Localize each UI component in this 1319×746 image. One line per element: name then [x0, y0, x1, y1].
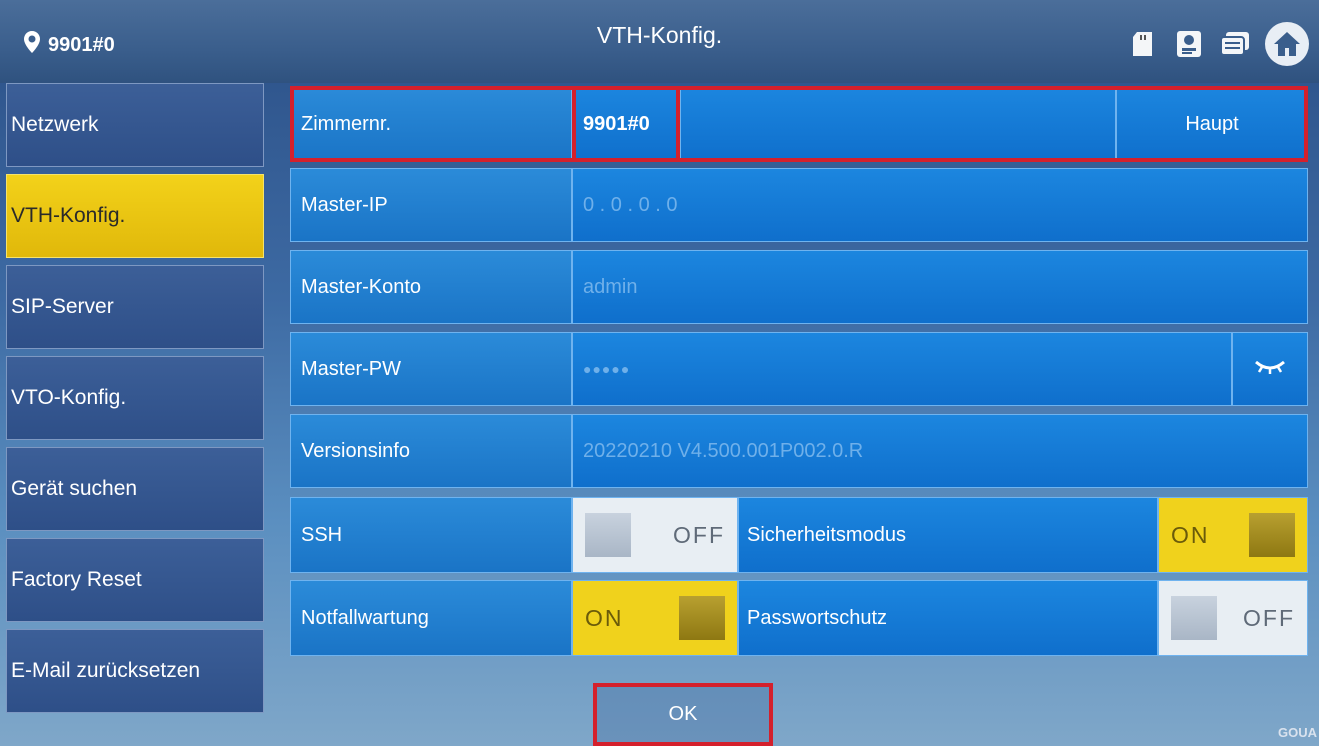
emergency-toggle[interactable]: ON [572, 580, 738, 656]
master-account-label: Master-Konto [290, 250, 572, 324]
sidebar: Netzwerk VTH-Konfig. SIP-Server VTO-Konf… [6, 83, 264, 720]
sidebar-item-factory-reset[interactable]: Factory Reset [6, 538, 264, 622]
password-protection-label: Passwortschutz [738, 580, 1158, 656]
ok-button[interactable]: OK [593, 683, 773, 746]
sidebar-item-label: E-Mail zurücksetzen [11, 659, 201, 682]
master-account-input[interactable]: admin [572, 250, 1308, 324]
master-account-row: Master-Konto admin [290, 250, 1308, 324]
message-icon[interactable] [1219, 28, 1251, 60]
security-mode-toggle[interactable]: ON [1158, 497, 1308, 573]
sidebar-item-label: Factory Reset [11, 568, 142, 591]
page-title: VTH-Konfig. [596, 22, 723, 48]
sidebar-item-vth-konfig[interactable]: VTH-Konfig. [6, 174, 264, 258]
sd-card-icon[interactable] [1127, 28, 1159, 60]
master-pw-label: Master-PW [290, 332, 572, 406]
sidebar-item-label: VTO-Konfig. [11, 386, 127, 409]
ssh-toggle-state: OFF [673, 521, 725, 548]
master-ip-label: Master-IP [290, 168, 572, 242]
version-value: 20220210 V4.500.001P002.0.R [572, 414, 1308, 488]
show-password-button[interactable] [1232, 332, 1308, 406]
sidebar-item-email-reset[interactable]: E-Mail zurücksetzen [6, 629, 264, 713]
ssh-row: SSH OFF Sicherheitsmodus ON [290, 497, 1308, 573]
emergency-toggle-state: ON [585, 604, 624, 631]
emergency-row: Notfallwartung ON Passwortschutz OFF [290, 580, 1308, 656]
room-number-input[interactable]: 9901#0 [572, 86, 680, 162]
master-pw-input[interactable]: ●●●●● [572, 332, 1232, 406]
toggle-knob [679, 596, 725, 640]
master-pw-row: Master-PW ●●●●● [290, 332, 1308, 406]
security-mode-label: Sicherheitsmodus [738, 497, 1158, 573]
sidebar-item-vto-konfig[interactable]: VTO-Konfig. [6, 356, 264, 440]
room-number-row: Zimmernr. 9901#0 Haupt [290, 86, 1308, 162]
password-protection-toggle-state: OFF [1243, 604, 1295, 631]
sidebar-item-geraet-suchen[interactable]: Gerät suchen [6, 447, 264, 531]
top-bar: 9901#0 VTH-Konfig. [0, 0, 1319, 83]
eye-closed-icon [1253, 356, 1287, 382]
security-mode-toggle-state: ON [1171, 521, 1210, 548]
sidebar-item-label: VTH-Konfig. [11, 204, 126, 227]
room-number-label: Zimmernr. [290, 86, 572, 162]
sidebar-item-label: Gerät suchen [11, 477, 138, 500]
sidebar-item-label: Netzwerk [11, 113, 99, 136]
emergency-label: Notfallwartung [290, 580, 572, 656]
toggle-knob [1171, 596, 1217, 640]
room-number-spacer [680, 86, 1116, 162]
brand-logo: GOUA [1278, 725, 1317, 740]
toggle-knob [1249, 513, 1295, 557]
ssh-toggle[interactable]: OFF [572, 497, 738, 573]
contact-card-icon[interactable] [1173, 28, 1205, 60]
toggle-knob [585, 513, 631, 557]
role-select[interactable]: Haupt [1116, 86, 1308, 162]
ssh-label: SSH [290, 497, 572, 573]
version-row: Versionsinfo 20220210 V4.500.001P002.0.R [290, 414, 1308, 488]
sidebar-item-netzwerk[interactable]: Netzwerk [6, 83, 264, 167]
sidebar-item-sip-server[interactable]: SIP-Server [6, 265, 264, 349]
master-ip-row: Master-IP 0 . 0 . 0 . 0 [290, 168, 1308, 242]
version-label: Versionsinfo [290, 414, 572, 488]
sidebar-item-label: SIP-Server [11, 295, 114, 318]
password-protection-toggle[interactable]: OFF [1158, 580, 1308, 656]
home-icon[interactable] [1265, 22, 1309, 66]
master-ip-input[interactable]: 0 . 0 . 0 . 0 [572, 168, 1308, 242]
